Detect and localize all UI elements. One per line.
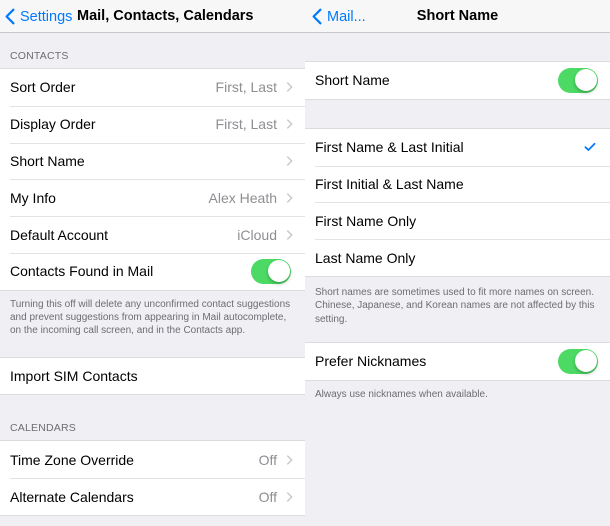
option-first-name-last-initial[interactable]: First Name & Last Initial <box>305 129 610 166</box>
row-value: First, Last <box>215 79 277 96</box>
checkmark-icon <box>584 143 596 152</box>
option-label: First Name Only <box>315 212 417 229</box>
section-header-calendars: CALENDARS <box>10 422 76 435</box>
section-header-contacts: CONTACTS <box>10 50 69 62</box>
chevron-right-icon <box>286 82 293 93</box>
row-value: iCloud <box>237 226 277 243</box>
row-label: Import SIM Contacts <box>10 368 138 385</box>
row-short-name[interactable]: Short Name <box>0 142 305 180</box>
contacts-footer-note: Turning this off will delete any unconfi… <box>10 298 291 337</box>
row-display-order[interactable]: Display Order First, Last <box>0 105 305 143</box>
row-value: Off <box>258 451 277 468</box>
toggle-knob <box>574 69 597 92</box>
contacts-found-in-mail-toggle[interactable] <box>251 258 291 284</box>
page-title: Mail, Contacts, Calendars <box>77 8 254 24</box>
row-label: Default Account <box>10 226 109 243</box>
chevron-right-icon <box>286 229 293 240</box>
row-label: Display Order <box>10 116 96 133</box>
contacts-group: Sort Order First, Last Display Order Fir… <box>0 68 305 291</box>
chevron-left-icon <box>5 8 15 25</box>
page-title: Short Name <box>416 8 499 24</box>
option-label: First Initial & Last Name <box>315 175 464 192</box>
option-label: Last Name Only <box>315 249 416 266</box>
import-group: Import SIM Contacts <box>0 356 305 396</box>
option-last-name-only[interactable]: Last Name Only <box>305 239 610 276</box>
row-time-zone-override[interactable]: Time Zone Override Off <box>0 441 305 478</box>
chevron-right-icon <box>286 119 293 130</box>
chevron-right-icon <box>286 192 293 203</box>
row-sort-order[interactable]: Sort Order First, Last <box>0 69 305 106</box>
row-label: My Info <box>10 189 56 206</box>
row-value: Alex Heath <box>208 189 277 206</box>
option-first-initial-last-name[interactable]: First Initial & Last Name <box>305 165 610 203</box>
row-my-info[interactable]: My Info Alex Heath <box>0 179 305 216</box>
row-label: Alternate Calendars <box>10 488 134 505</box>
calendars-group: Time Zone Override Off Alternate Calenda… <box>0 440 305 517</box>
nav-bar: Settings Mail, Contacts, Calendars <box>0 0 305 33</box>
nav-bar: Mail... Short Name <box>305 0 610 33</box>
row-alternate-calendars[interactable]: Alternate Calendars Off <box>0 478 305 515</box>
row-label: Contacts Found in Mail <box>10 263 154 280</box>
row-value: Off <box>258 488 277 505</box>
short-name-screen: Mail... Short Name Short Name First Name… <box>305 0 610 526</box>
nicknames-footer-note: Always use nicknames when available. <box>315 388 488 400</box>
back-button[interactable]: Settings <box>4 0 72 33</box>
prefer-nicknames-toggle[interactable] <box>558 348 598 374</box>
row-prefer-nicknames: Prefer Nicknames <box>305 343 610 380</box>
short-name-options-group: First Name & Last Initial First Initial … <box>305 127 610 277</box>
toggle-knob <box>574 350 597 373</box>
row-label: Sort Order <box>10 79 76 96</box>
row-label: Short Name <box>10 152 85 169</box>
row-label: Prefer Nicknames <box>315 353 427 370</box>
row-contacts-found-in-mail: Contacts Found in Mail <box>0 252 305 290</box>
chevron-right-icon <box>286 454 293 465</box>
chevron-right-icon <box>286 156 293 166</box>
short-name-footer-note: Short names are sometimes used to fit mo… <box>315 286 595 325</box>
row-short-name-toggle: Short Name <box>305 62 610 99</box>
mail-contacts-calendars-screen: Settings Mail, Contacts, Calendars CONTA… <box>0 0 305 526</box>
row-default-account[interactable]: Default Account iCloud <box>0 216 305 253</box>
chevron-right-icon <box>286 491 293 502</box>
short-name-toggle-group: Short Name <box>305 61 610 100</box>
back-label: Settings <box>20 8 73 25</box>
import-sim-contacts-button[interactable]: Import SIM Contacts <box>0 358 305 395</box>
row-value: First, Last <box>215 116 277 133</box>
option-first-name-only[interactable]: First Name Only <box>305 202 610 239</box>
toggle-knob <box>267 260 290 283</box>
nicknames-group: Prefer Nicknames <box>305 341 610 381</box>
row-label: Short Name <box>315 72 390 89</box>
short-name-toggle[interactable] <box>558 67 598 93</box>
option-label: First Name & Last Initial <box>315 139 464 156</box>
row-label: Time Zone Override <box>10 451 134 468</box>
